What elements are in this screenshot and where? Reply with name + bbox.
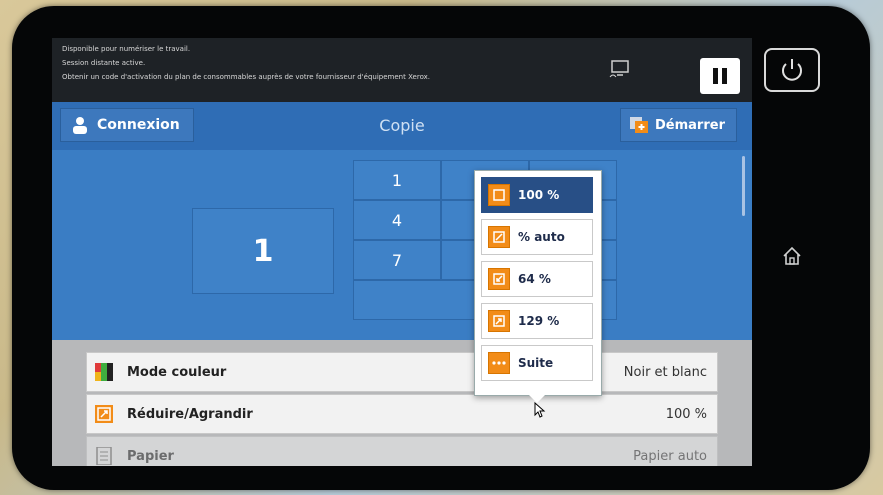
status-message-2: Session distante active. — [62, 59, 146, 67]
reduce-enlarge-row[interactable]: Réduire/Agrandir 100 % — [86, 394, 718, 434]
quantity-field[interactable]: 1 — [192, 208, 334, 294]
power-button[interactable] — [764, 48, 820, 92]
mouse-cursor-icon — [534, 402, 546, 418]
power-icon — [782, 59, 802, 81]
scrollbar[interactable] — [742, 156, 745, 216]
auto-scale-icon — [488, 226, 510, 248]
option-100-label: 100 % — [518, 188, 560, 202]
quantity-panel: 1 1 4 7 — [52, 150, 752, 340]
option-64-label: 64 % — [518, 272, 551, 286]
login-label: Connexion — [97, 117, 180, 133]
key-1[interactable]: 1 — [353, 160, 441, 200]
option-more-label: Suite — [518, 356, 554, 370]
square-icon — [488, 184, 510, 206]
status-bar: Disponible pour numériser le travail. Se… — [52, 38, 752, 102]
settings-area: Mode couleur Noir et blanc Réduire/Agran… — [52, 340, 752, 466]
login-button[interactable]: Connexion — [60, 108, 194, 142]
option-64[interactable]: 64 % — [481, 261, 593, 297]
start-label: Démarrer — [655, 117, 725, 133]
option-129-label: 129 % — [518, 314, 560, 328]
remote-screen-icon[interactable] — [609, 60, 631, 78]
reduce-enlarge-label: Réduire/Agrandir — [127, 406, 253, 422]
paper-row[interactable]: Papier Papier auto — [86, 436, 718, 466]
status-message-1: Disponible pour numériser le travail. — [62, 45, 191, 53]
key-4[interactable]: 4 — [353, 200, 441, 240]
key-7[interactable]: 7 — [353, 240, 441, 280]
option-auto[interactable]: % auto — [481, 219, 593, 255]
reduce-icon — [488, 268, 510, 290]
option-more[interactable]: Suite — [481, 345, 593, 381]
start-copy-icon — [630, 117, 648, 133]
option-129[interactable]: 129 % — [481, 303, 593, 339]
reduce-enlarge-popup: 100 % % auto 64 % 129 % Suite — [474, 170, 602, 403]
color-mode-row[interactable]: Mode couleur Noir et blanc — [86, 352, 718, 392]
page-title: Copie — [379, 116, 425, 135]
start-button[interactable]: Démarrer — [620, 108, 737, 142]
paper-value: Papier auto — [633, 448, 707, 464]
paper-icon — [96, 447, 112, 465]
color-mode-icon — [95, 363, 113, 381]
enlarge-icon — [488, 310, 510, 332]
option-100[interactable]: 100 % — [481, 177, 593, 213]
option-auto-label: % auto — [518, 230, 565, 244]
app-header: Connexion Copie Démarrer — [52, 102, 752, 150]
reduce-enlarge-icon — [95, 405, 113, 423]
paper-label: Papier — [127, 448, 174, 464]
touch-screen: Disponible pour numériser le travail. Se… — [52, 38, 752, 466]
user-icon — [73, 117, 87, 134]
more-icon — [488, 352, 510, 374]
status-message-3: Obtenir un code d'activation du plan de … — [62, 73, 431, 81]
reduce-enlarge-value: 100 % — [665, 406, 707, 422]
color-mode-value: Noir et blanc — [623, 364, 707, 380]
home-icon[interactable] — [770, 234, 814, 278]
pause-button[interactable] — [700, 58, 740, 94]
